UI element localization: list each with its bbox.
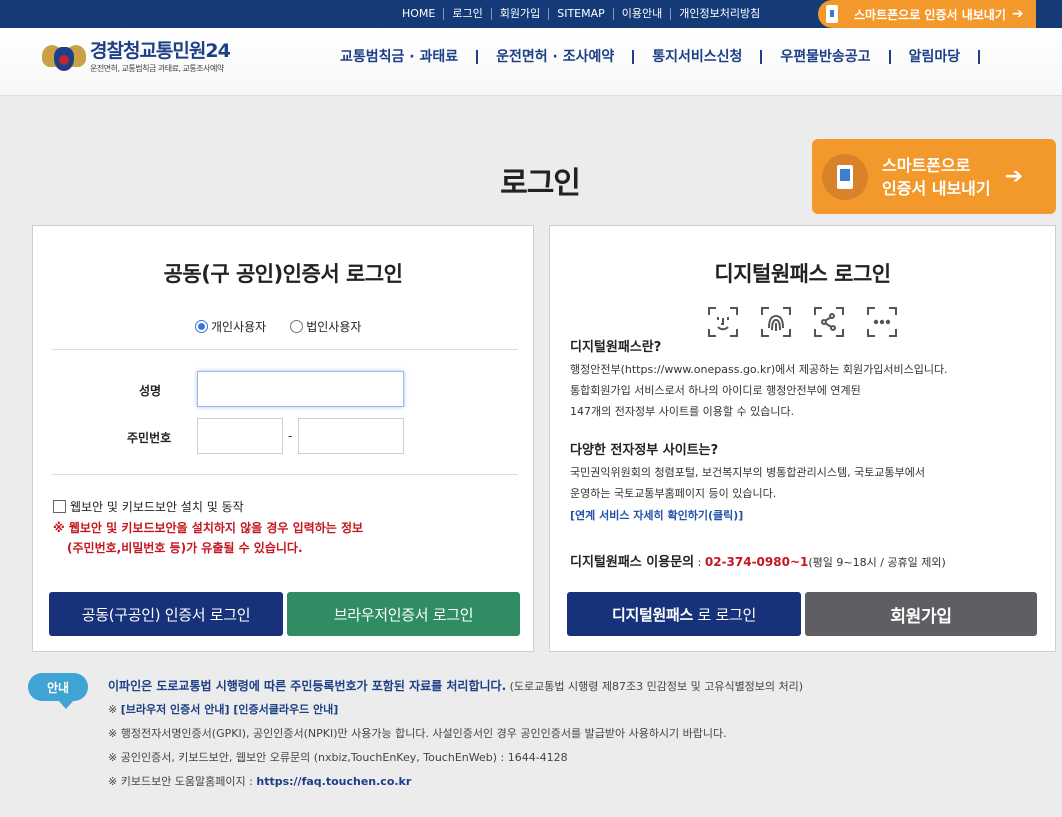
notice-line3: ※ 행정전자서명인증서(GPKI), 공인인증서(NPKI)만 사용가능 합니다… xyxy=(108,727,727,740)
auth-method-icons xyxy=(707,306,919,338)
warning-line1: ※ 웹보안 및 키보드보안을 설치하지 않을 경우 입력하는 정보 xyxy=(53,521,364,535)
guide-link[interactable]: 이용안내 xyxy=(612,8,670,20)
contact-hours: (평일 9~18시 / 공휴일 제외) xyxy=(808,556,946,569)
onepass-what-desc: 행정안전부(https://www.onepass.go.kr)에서 제공하는 … xyxy=(570,359,948,422)
cert-cloud-guide-link[interactable]: [인증서클라우드 안내] xyxy=(230,703,338,716)
onepass-sites-line2: 운영하는 국토교통부홈페이지 등이 있습니다. xyxy=(570,487,777,500)
notice-line2: ※ [브라우저 인증서 안내] [인증서클라우드 안내] xyxy=(108,701,338,717)
notice-line5: ※ 키보드보안 도움말홈페이지 : https://faq.touchen.co… xyxy=(108,773,411,789)
home-link[interactable]: HOME xyxy=(394,8,443,20)
nav-notice[interactable]: 알림마당 xyxy=(888,50,981,64)
divider xyxy=(52,349,518,350)
linked-services-link[interactable]: [연계 서비스 자세히 확인하기(클릭)] xyxy=(570,507,743,523)
notice-line4: ※ 공인인증서, 키보드보안, 웹보안 오류문의 (nxbiz,TouchEnK… xyxy=(108,751,568,764)
security-warning: ※ 웹보안 및 키보드보안을 설치하지 않을 경우 입력하는 정보 (주민번호,… xyxy=(53,518,363,558)
radio-corporate-control[interactable] xyxy=(290,320,304,333)
rrn-front-input[interactable] xyxy=(197,418,283,454)
nav-fines[interactable]: 교통범칙금 · 과태료 xyxy=(322,50,476,64)
nav-license[interactable]: 운전면허 · 조사예약 xyxy=(476,50,632,64)
signup-link[interactable]: 회원가입 xyxy=(490,8,548,20)
utility-links: HOME 로그인 회원가입 SITEMAP 이용안내 개인정보처리방침 xyxy=(394,0,768,28)
main-nav: 교통범칙금 · 과태료 운전면허 · 조사예약 통지서비스신청 우편물반송공고 … xyxy=(322,50,981,64)
security-checkbox[interactable] xyxy=(53,500,66,513)
police-emblem-icon xyxy=(42,39,86,75)
name-input[interactable] xyxy=(197,371,404,407)
export-cert-line1: 스마트폰으로 xyxy=(882,155,971,175)
arrow-right-icon: ➔ xyxy=(1004,164,1024,189)
nav-notification[interactable]: 통지서비스신청 xyxy=(632,50,760,64)
onepass-desc-line2: 통합회원가입 서비스로서 하나의 아이디로 행정안전부에 연계된 xyxy=(570,384,861,397)
notice-line1: 이파인은 도로교통법 시행령에 따른 주민등록번호가 포함된 자료를 처리합니다… xyxy=(108,677,803,694)
contact-phone: 02-374-0980~1 xyxy=(704,555,809,569)
page-title: 로그인 xyxy=(500,166,581,201)
login-link[interactable]: 로그인 xyxy=(443,8,490,20)
onepass-desc-line3: 147개의 전자정부 사이트를 이용할 수 있습니다. xyxy=(570,405,795,418)
rrn-dash: - xyxy=(288,429,293,443)
pin-icon xyxy=(866,306,898,338)
export-cert-top-button[interactable]: 스마트폰으로 인증서 내보내기 ➔ xyxy=(818,0,1036,28)
rrn-label: 주민번호 xyxy=(127,431,172,445)
divider xyxy=(52,474,518,475)
privacy-policy-link[interactable]: 개인정보처리방침 xyxy=(670,8,768,20)
name-label: 성명 xyxy=(139,384,162,398)
touchen-faq-link[interactable]: https://faq.touchen.co.kr xyxy=(256,775,411,788)
radio-personal[interactable]: 개인사용자 xyxy=(195,318,266,335)
warning-line2: (주민번호,비밀번호 등)가 유출될 수 있습니다. xyxy=(67,541,303,555)
fingerprint-icon xyxy=(760,306,792,338)
contact-sep: : xyxy=(694,556,705,569)
onepass-login-button[interactable]: 디지털원패스 로 로그인 xyxy=(567,592,801,636)
notice-line1-rest: (도로교통법 시행령 제87조3 민감정보 및 고유식별정보의 처리) xyxy=(506,680,804,693)
export-cert-top-label: 스마트폰으로 인증서 내보내기 xyxy=(854,7,1006,22)
smartphone-icon xyxy=(826,5,838,23)
contact-label: 디지털원패스 이용문의 xyxy=(570,555,695,570)
nav-returned-mail[interactable]: 우편물반송공고 xyxy=(760,50,888,64)
radio-personal-label: 개인사용자 xyxy=(211,320,267,334)
pattern-icon xyxy=(813,306,845,338)
onepass-contact: 디지털원패스 이용문의 : 02-374-0980~1(평일 9~18시 / 공… xyxy=(570,551,946,570)
join-button[interactable]: 회원가입 xyxy=(805,592,1037,636)
notice-line1-bold: 이파인은 도로교통법 시행령에 따른 주민등록번호가 포함된 자료를 처리합니다… xyxy=(108,679,507,693)
security-check-label: 웹보안 및 키보드보안 설치 및 동작 xyxy=(70,500,244,514)
browser-cert-login-button[interactable]: 브라우저인증서 로그인 xyxy=(287,592,520,636)
onepass-what-title: 디지털원패스란? xyxy=(570,340,662,355)
radio-personal-control[interactable] xyxy=(195,320,208,333)
logo-subtitle: 운전면허, 교통범칙금 과태료, 교통조사예약 xyxy=(90,64,224,73)
onepass-desc-line1: 행정안전부(https://www.onepass.go.kr)에서 제공하는 … xyxy=(570,363,948,376)
onepass-sites-line1: 국민권익위원회의 청렴포털, 보건복지부의 병통합관리시스템, 국토교통부에서 xyxy=(570,466,925,479)
cert-login-title: 공동(구 공인)인증서 로그인 xyxy=(163,262,403,286)
arrow-right-icon: ➔ xyxy=(1011,6,1024,22)
face-id-icon xyxy=(707,306,739,338)
site-logo[interactable]: 경찰청교통민원24 운전면허, 교통범칙금 과태료, 교통조사예약 xyxy=(42,39,231,75)
onepass-login-rest: 로 로그인 xyxy=(697,605,757,624)
logo-title: 경찰청교통민원24 xyxy=(90,40,231,62)
notice-badge: 안내 xyxy=(28,673,88,709)
sitemap-link[interactable]: SITEMAP xyxy=(548,8,613,20)
onepass-sites-desc: 국민권익위원회의 청렴포털, 보건복지부의 병통합관리시스템, 국토교통부에서 … xyxy=(570,462,925,504)
digital-onepass-panel: 디지털원패스 로그인 디지털원패스란? 행정안전부(https://www.on… xyxy=(549,225,1056,652)
radio-corporate-label: 법인사용자 xyxy=(306,320,362,334)
top-utility-bar: HOME 로그인 회원가입 SITEMAP 이용안내 개인정보처리방침 스마트폰… xyxy=(0,0,1062,28)
onepass-sites-title: 다양한 전자정부 사이트는? xyxy=(570,443,719,458)
radio-corporate[interactable]: 법인사용자 xyxy=(290,318,361,335)
user-type-radio-group: 개인사용자 법인사용자 xyxy=(195,318,385,335)
browser-cert-guide-link[interactable]: [브라우저 인증서 안내] xyxy=(121,703,230,716)
digital-login-title: 디지털원패스 로그인 xyxy=(714,262,891,286)
security-check-row[interactable]: 웹보안 및 키보드보안 설치 및 동작 xyxy=(53,498,244,515)
site-header: 경찰청교통민원24 운전면허, 교통범칙금 과태료, 교통조사예약 교통범칙금 … xyxy=(0,28,1062,96)
onepass-login-bold: 디지털원패스 xyxy=(612,605,694,624)
cert-login-button[interactable]: 공동(구공인) 인증서 로그인 xyxy=(49,592,283,636)
smartphone-icon xyxy=(822,153,868,200)
export-cert-line2: 인증서 내보내기 xyxy=(882,178,991,198)
cert-login-panel: 공동(구 공인)인증서 로그인 개인사용자 법인사용자 성명 주민번호 - 웹보… xyxy=(32,225,534,652)
notice-line5-prefix: ※ 키보드보안 도움말홈페이지 : xyxy=(108,775,257,788)
notice-line2-prefix: ※ xyxy=(108,703,121,716)
export-cert-button[interactable]: 스마트폰으로 인증서 내보내기 ➔ xyxy=(812,139,1056,214)
rrn-back-input[interactable] xyxy=(298,418,404,454)
